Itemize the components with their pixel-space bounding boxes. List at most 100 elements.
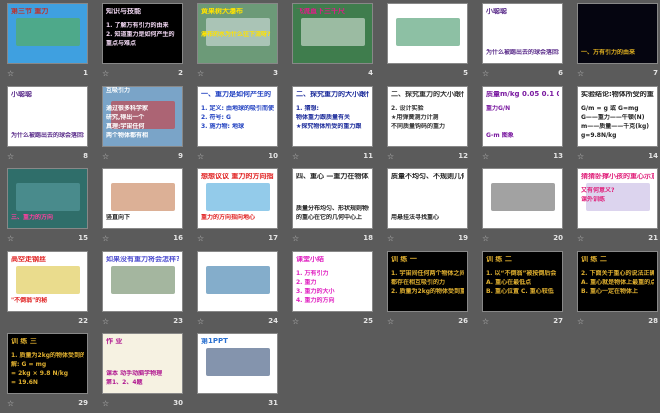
slide-thumbnail[interactable]: 课堂小结 1. 万有引力 2. 重力 3. 重力的大小 4. 重力的方向 (292, 251, 373, 312)
slide-thumbnail[interactable]: 训 练 三 1. 质量为2kg的物体受到的重力多大? 解: G = mg = 2kg … (7, 333, 88, 394)
slide-number: 29 (78, 399, 88, 407)
slide-slot: 作 业课本 动手动脑学物理 第1、2、4题 ☆ 30 (102, 333, 186, 413)
slide-text: 3. 重力的大小 (296, 288, 335, 295)
slide-slot: 四、重心 —重力在物体上的作用点质量分布均匀、形状规则物体的重心在它的几何中心上… (292, 168, 376, 248)
slide-number: 17 (268, 234, 278, 242)
slide-text: 第1PPT (201, 338, 228, 345)
slide-thumbnail[interactable]: 一、重力是如何产生的 1. 定义: 由地球的吸引而使 2. 符号: G 3. 施力物:… (197, 86, 278, 147)
slide-thumbnail[interactable]: 想想议议 重力的方向指向哪里? 重力的方向指向地心 (197, 168, 278, 229)
slide-text: 二、探究重力的大小跟什么因素有关 (391, 91, 464, 98)
slide-thumbnail[interactable]: 三、重力的方向 (7, 168, 88, 229)
animation-star-icon[interactable]: ☆ (197, 152, 204, 161)
slide-text: 重力G/N (486, 105, 511, 112)
slide-picture (396, 18, 460, 46)
slide-number: 3 (273, 69, 278, 77)
animation-star-icon[interactable]: ☆ (482, 69, 489, 78)
slide-thumbnail[interactable]: 第三节 重力 (7, 3, 88, 64)
slide-text: 用悬挂法寻找重心 (391, 214, 440, 221)
slide-thumbnail[interactable]: 一、万有引力的由来 (577, 3, 658, 64)
slide-slot: 小聪聪为什么被踢出去的球会落回地面? ☆ 6 (482, 3, 566, 83)
animation-star-icon[interactable]: ☆ (7, 399, 14, 408)
slide-thumbnail[interactable]: 黄果树大瀑布瀑布的水为什么往下流呀? (197, 3, 278, 64)
slide-thumbnail[interactable]: 实验结论:物体所受的重力跟它的质量成正比 G/m = g 或 G=mg G——重力—… (577, 86, 658, 147)
animation-star-icon[interactable]: ☆ (7, 234, 14, 243)
animation-star-icon[interactable]: ☆ (292, 152, 299, 161)
animation-star-icon[interactable]: ☆ (577, 234, 584, 243)
animation-star-icon[interactable]: ☆ (577, 317, 584, 326)
animation-star-icon[interactable]: ☆ (102, 317, 109, 326)
animation-star-icon[interactable]: ☆ (387, 234, 394, 243)
animation-star-icon[interactable]: ☆ (387, 317, 394, 326)
animation-star-icon[interactable]: ☆ (7, 152, 14, 161)
slide-picture (301, 18, 365, 46)
slide-text: 3. 施力物: 地球 (201, 123, 245, 130)
slide-text: 训 练 三 (11, 338, 37, 345)
slide-thumbnail[interactable]: 二、探究重力的大小跟什么因素有关 2. 设计实验 ★用弹簧测力计测不同质量钩码的重力 (387, 86, 468, 147)
slide-slot: 黄果树大瀑布瀑布的水为什么往下流呀? ☆ 3 (197, 3, 281, 83)
slide-slot: 第三节 重力 ☆ 1 (7, 3, 91, 83)
slide-thumbnail[interactable]: 四、重心 —重力在物体上的作用点质量分布均匀、形状规则物体的重心在它的几何中心上 (292, 168, 373, 229)
slide-thumbnail[interactable]: 竖直向下 (102, 168, 183, 229)
slide-text: 1. 定义: 由地球的吸引而使 (201, 105, 274, 112)
slide-text: 黄果树大瀑布 (201, 8, 243, 15)
slide-number: 8 (83, 152, 88, 160)
slide-thumbnail[interactable]: 质量m/kg 0.05 0.1 0.15 重力G/N G-m 图象 (482, 86, 563, 147)
slide-slot: 训 练 三 1. 质量为2kg的物体受到的重力多大? 解: G = mg = 2kg … (7, 333, 91, 413)
slide-text: 1. 万有引力 (296, 270, 329, 277)
slide-thumbnail[interactable] (197, 251, 278, 312)
slide-thumbnail[interactable]: 高空走钢丝 "不倒翁"的秘 (7, 251, 88, 312)
animation-star-icon[interactable]: ☆ (577, 152, 584, 161)
slide-thumbnail[interactable]: 作 业课本 动手动脑学物理 第1、2、4题 (102, 333, 183, 394)
animation-star-icon[interactable]: ☆ (7, 69, 14, 78)
slide-text: 1. 猜想: (296, 105, 319, 112)
slide-text: 2. 质量为2kg的物体受到重力 (391, 288, 464, 295)
slide-thumbnail[interactable]: 飞流直下三千尺 (292, 3, 373, 64)
animation-star-icon[interactable]: ☆ (102, 152, 109, 161)
animation-star-icon[interactable]: ☆ (102, 399, 109, 408)
animation-star-icon[interactable]: ☆ (292, 317, 299, 326)
slide-thumbnail[interactable]: 小聪聪为什么被踢出去的球会落回地面? (482, 3, 563, 64)
slide-slot: 想想议议 重力的方向指向哪里? 重力的方向指向地心 ☆ 17 (197, 168, 281, 248)
slide-number: 9 (178, 152, 183, 160)
slide-text: B. 重心一定在物体上 (581, 288, 638, 295)
animation-star-icon[interactable]: ☆ (102, 234, 109, 243)
slide-thumbnail[interactable]: 质量不均匀、不规则几何体重心用悬挂法寻找重心 (387, 168, 468, 229)
slide-slot: 小聪聪为什么被踢出去的球会落回地面? ☆ 8 (7, 86, 91, 166)
animation-star-icon[interactable]: ☆ (292, 234, 299, 243)
slide-thumbnail[interactable] (387, 3, 468, 64)
slide-thumbnail[interactable]: 训 练 二 2. 下面关于重心的说法正确的是(C) A. 重心就是物体上最重的点 B.… (577, 251, 658, 312)
animation-star-icon[interactable]: ☆ (482, 234, 489, 243)
animation-star-icon[interactable]: ☆ (197, 69, 204, 78)
slide-text: 飞流直下三千尺 (296, 8, 345, 15)
slide-slot: 高空走钢丝 "不倒翁"的秘 22 (7, 251, 91, 331)
slide-text: 1. 宇宙间任何两个物体之间 (391, 270, 464, 277)
slide-thumbnail[interactable]: 第1PPT (197, 333, 278, 394)
slide-thumbnail[interactable]: 通过很多科学家 研究,得出一个 真理:宇宙任何 两个物体都有相 互吸引力 (102, 86, 183, 147)
animation-star-icon[interactable]: ☆ (387, 152, 394, 161)
slide-number: 19 (458, 234, 468, 242)
animation-star-icon[interactable]: ☆ (197, 317, 204, 326)
slide-number: 11 (363, 152, 373, 160)
slide-text: 瀑布的水为什么往下流呀? (201, 31, 271, 38)
slide-thumbnail[interactable]: 训 练 二 1. 以“不倒翁”被按倒后会 A. 重心在最低点 B. 重心位置 C. 重… (482, 251, 563, 312)
slide-thumbnail[interactable]: 小聪聪为什么被踢出去的球会落回地面? (7, 86, 88, 147)
slide-text: 课外训练 (581, 196, 606, 203)
animation-star-icon[interactable]: ☆ (482, 152, 489, 161)
slide-thumbnail[interactable]: 二、探究重力的大小跟什么因素有关 1. 猜想: 物体重力跟质量有关 ★探究物体所受的重… (292, 86, 373, 147)
slide-number: 20 (553, 234, 563, 242)
slide-thumbnail[interactable]: 如果没有重力将会怎样? (102, 251, 183, 312)
slide-thumbnail[interactable]: 猜猜卧撑小孩的重心示意图又有何意义? 课外训练 (577, 168, 658, 229)
slide-number: 12 (458, 152, 468, 160)
slide-thumbnail[interactable] (482, 168, 563, 229)
slide-text: G-m 图象 (486, 132, 514, 139)
slide-number: 7 (653, 69, 658, 77)
slide-thumbnail[interactable]: 训 练 一 1. 宇宙间任何两个物体之间 都存在相互吸引的力 2. 质量为2kg的物体… (387, 251, 468, 312)
slide-slot: 猜猜卧撑小孩的重心示意图又有何意义? 课外训练 ☆ 21 (577, 168, 660, 248)
slide-text: 研究,得出一个 (106, 114, 145, 121)
animation-star-icon[interactable]: ☆ (577, 69, 584, 78)
slide-slot: 一、重力是如何产生的 1. 定义: 由地球的吸引而使 2. 符号: G 3. 施力物:… (197, 86, 281, 166)
animation-star-icon[interactable]: ☆ (102, 69, 109, 78)
animation-star-icon[interactable]: ☆ (482, 317, 489, 326)
slide-thumbnail[interactable]: 知识与技能 1. 了解万有引力的由来 2. 知道重力是如何产生的 重点与难点 (102, 3, 183, 64)
animation-star-icon[interactable]: ☆ (197, 234, 204, 243)
